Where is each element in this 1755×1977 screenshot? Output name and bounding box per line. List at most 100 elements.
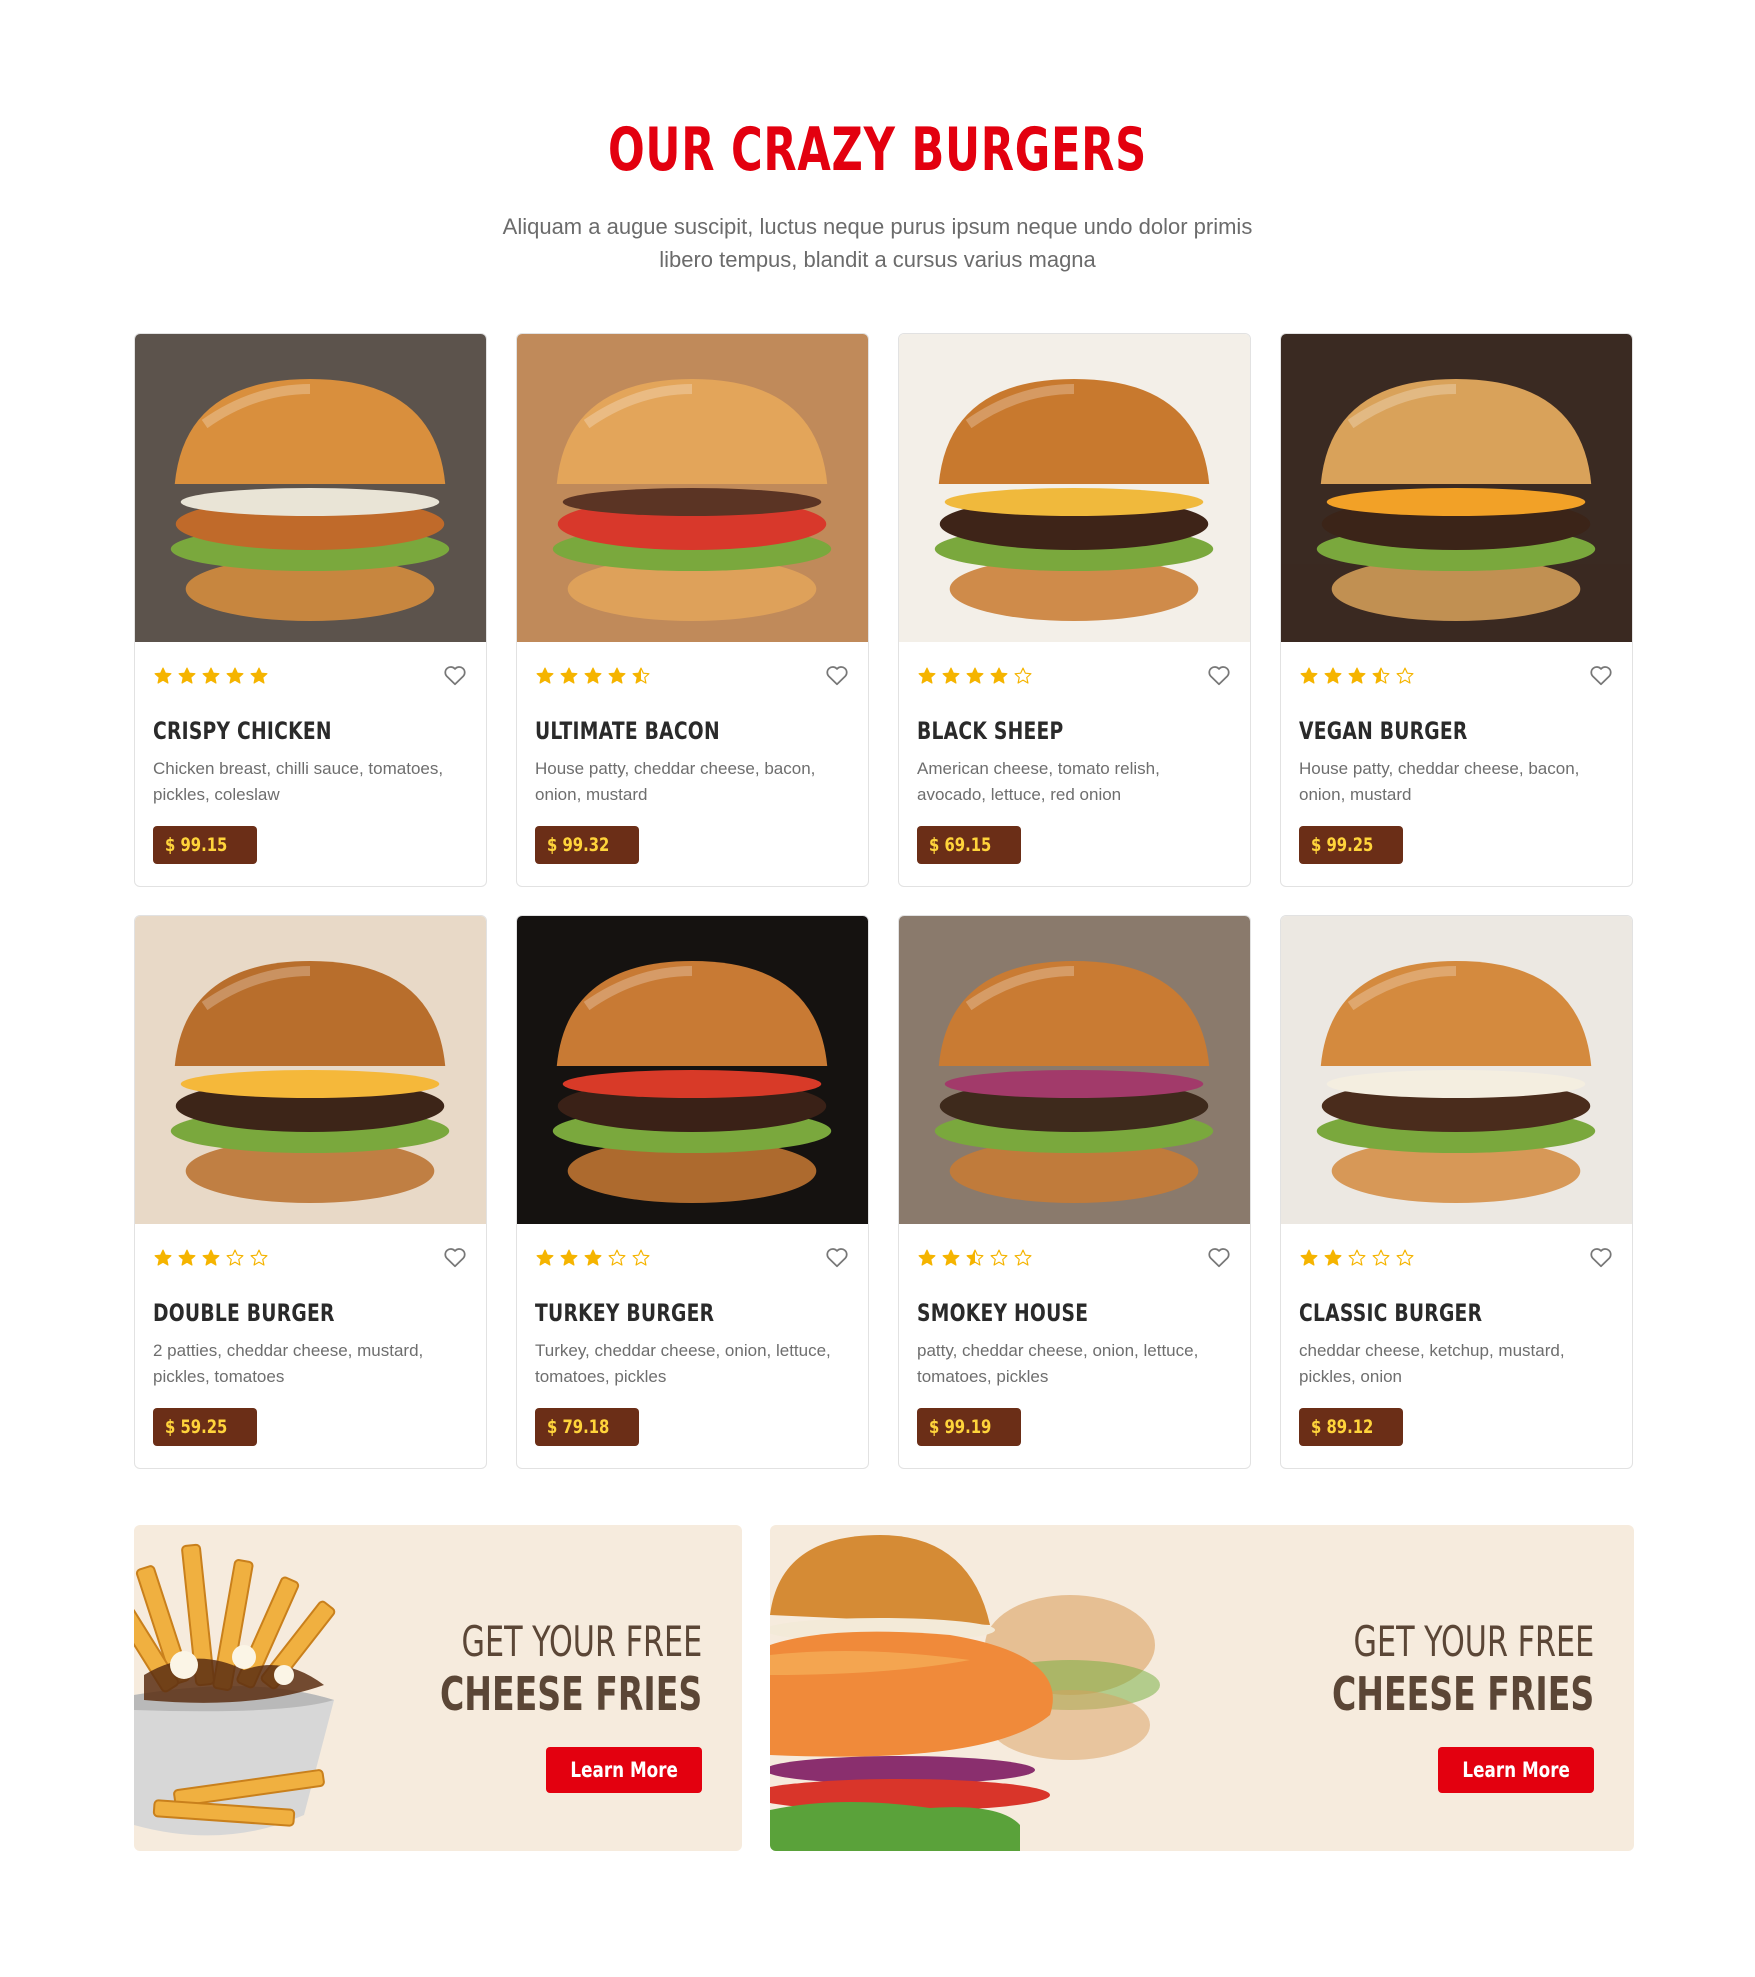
rating-stars bbox=[917, 664, 1232, 688]
star-icon bbox=[536, 667, 554, 684]
rating-stars bbox=[535, 664, 850, 688]
heart-icon[interactable] bbox=[442, 662, 468, 688]
star-icon bbox=[202, 667, 220, 684]
product-card[interactable]: BLACK SHEEP American cheese, tomato reli… bbox=[898, 333, 1251, 887]
price-label: $ 99.25 bbox=[1311, 834, 1374, 856]
price-label: $ 79.18 bbox=[547, 1416, 610, 1438]
price-badge: $ 79.18 bbox=[535, 1408, 639, 1446]
price-label: $ 69.15 bbox=[929, 834, 992, 856]
heart-icon[interactable] bbox=[824, 662, 850, 688]
star-icon bbox=[250, 1249, 268, 1266]
product-description: House patty, cheddar cheese, bacon, onio… bbox=[1299, 759, 1580, 804]
star-icon bbox=[966, 1249, 984, 1266]
heart-icon[interactable] bbox=[1206, 1244, 1232, 1270]
product-name: ULTIMATE BACON bbox=[535, 717, 720, 745]
product-description: Chicken breast, chilli sauce, tomatoes, … bbox=[153, 759, 444, 804]
price-badge: $ 99.19 bbox=[917, 1408, 1021, 1446]
product-description: American cheese, tomato relish, avocado,… bbox=[917, 759, 1160, 804]
heart-icon[interactable] bbox=[824, 1244, 850, 1270]
product-description: cheddar cheese, ketchup, mustard, pickle… bbox=[1299, 1341, 1565, 1386]
star-icon bbox=[918, 1249, 936, 1266]
price-label: $ 89.12 bbox=[1311, 1416, 1374, 1438]
star-icon bbox=[1396, 1249, 1414, 1266]
star-icon bbox=[1014, 667, 1032, 684]
burger-image bbox=[135, 334, 486, 642]
price-label: $ 59.25 bbox=[165, 1416, 228, 1438]
product-name: BLACK SHEEP bbox=[917, 717, 1064, 745]
product-card[interactable]: DOUBLE BURGER 2 patties, cheddar cheese,… bbox=[134, 915, 487, 1469]
star-icon bbox=[1324, 1249, 1342, 1266]
product-card[interactable]: TURKEY BURGER Turkey, cheddar cheese, on… bbox=[516, 915, 869, 1469]
star-icon bbox=[608, 667, 626, 684]
burger-image bbox=[899, 916, 1250, 1224]
card-body: BLACK SHEEP American cheese, tomato reli… bbox=[899, 642, 1250, 864]
star-icon bbox=[1396, 667, 1414, 684]
star-icon bbox=[966, 667, 984, 684]
star-icon bbox=[154, 667, 172, 684]
star-icon bbox=[536, 1249, 554, 1266]
product-description: Turkey, cheddar cheese, onion, lettuce, … bbox=[535, 1341, 831, 1386]
card-body: ULTIMATE BACON House patty, cheddar chee… bbox=[517, 642, 868, 864]
price-badge: $ 69.15 bbox=[917, 826, 1021, 864]
rating-stars bbox=[1299, 1246, 1614, 1270]
promo-text: GET YOUR FREE CHEESE FRIES bbox=[338, 1617, 702, 1721]
product-card[interactable]: CLASSIC BURGER cheddar cheese, ketchup, … bbox=[1280, 915, 1633, 1469]
star-icon bbox=[1014, 1249, 1032, 1266]
chicken-burger-image bbox=[770, 1535, 1160, 1851]
star-icon bbox=[990, 1249, 1008, 1266]
card-body: TURKEY BURGER Turkey, cheddar cheese, on… bbox=[517, 1224, 868, 1446]
star-icon bbox=[942, 1249, 960, 1266]
promo-line-1: GET YOUR FREE bbox=[461, 1617, 702, 1666]
rating-stars bbox=[917, 1246, 1232, 1270]
star-icon bbox=[226, 667, 244, 684]
promo-banner-fries: GET YOUR FREE CHEESE FRIES Learn More bbox=[134, 1525, 742, 1851]
heart-icon[interactable] bbox=[442, 1244, 468, 1270]
star-icon bbox=[942, 667, 960, 684]
product-name: DOUBLE BURGER bbox=[153, 1299, 335, 1327]
star-icon bbox=[1348, 1249, 1366, 1266]
product-name: CLASSIC BURGER bbox=[1299, 1299, 1483, 1327]
rating-stars bbox=[153, 1246, 468, 1270]
learn-more-button[interactable]: Learn More bbox=[546, 1747, 702, 1793]
product-card[interactable]: VEGAN BURGER House patty, cheddar cheese… bbox=[1280, 333, 1633, 887]
star-icon bbox=[154, 1249, 172, 1266]
card-body: DOUBLE BURGER 2 patties, cheddar cheese,… bbox=[135, 1224, 486, 1446]
star-icon bbox=[1372, 667, 1390, 684]
star-icon bbox=[1324, 667, 1342, 684]
star-icon bbox=[560, 667, 578, 684]
card-body: SMOKEY HOUSE patty, cheddar cheese, onio… bbox=[899, 1224, 1250, 1446]
price-badge: $ 89.12 bbox=[1299, 1408, 1403, 1446]
heart-icon[interactable] bbox=[1206, 662, 1232, 688]
section-header: OUR CRAZY BURGERS Aliquam a augue suscip… bbox=[0, 108, 1755, 276]
price-badge: $ 99.32 bbox=[535, 826, 639, 864]
product-card[interactable]: ULTIMATE BACON House patty, cheddar chee… bbox=[516, 333, 869, 887]
heart-icon[interactable] bbox=[1588, 662, 1614, 688]
learn-more-button[interactable]: Learn More bbox=[1438, 1747, 1594, 1793]
product-name: SMOKEY HOUSE bbox=[917, 1299, 1089, 1327]
star-icon bbox=[918, 667, 936, 684]
card-body: CRISPY CHICKEN Chicken breast, chilli sa… bbox=[135, 642, 486, 864]
promo-line-2: CHEESE FRIES bbox=[439, 1667, 702, 1721]
rating-stars bbox=[535, 1246, 850, 1270]
promo-line-2: CHEESE FRIES bbox=[1331, 1667, 1594, 1721]
product-description: House patty, cheddar cheese, bacon, onio… bbox=[535, 759, 816, 804]
card-body: VEGAN BURGER House patty, cheddar cheese… bbox=[1281, 642, 1632, 864]
product-name: TURKEY BURGER bbox=[535, 1299, 715, 1327]
star-icon bbox=[608, 1249, 626, 1266]
price-badge: $ 99.25 bbox=[1299, 826, 1403, 864]
star-icon bbox=[250, 667, 268, 684]
product-card[interactable]: SMOKEY HOUSE patty, cheddar cheese, onio… bbox=[898, 915, 1251, 1469]
burger-image bbox=[1281, 916, 1632, 1224]
learn-more-label: Learn More bbox=[570, 1758, 678, 1782]
burger-image bbox=[517, 916, 868, 1224]
product-description: 2 patties, cheddar cheese, mustard, pick… bbox=[153, 1341, 424, 1386]
star-icon bbox=[178, 1249, 196, 1266]
product-card[interactable]: CRISPY CHICKEN Chicken breast, chilli sa… bbox=[134, 333, 487, 887]
heart-icon[interactable] bbox=[1588, 1244, 1614, 1270]
learn-more-label: Learn More bbox=[1462, 1758, 1570, 1782]
card-body: CLASSIC BURGER cheddar cheese, ketchup, … bbox=[1281, 1224, 1632, 1446]
promo-banner-burger: GET YOUR FREE CHEESE FRIES Learn More bbox=[770, 1525, 1634, 1851]
rating-stars bbox=[153, 664, 468, 688]
promo-text: GET YOUR FREE CHEESE FRIES bbox=[1230, 1617, 1594, 1721]
star-icon bbox=[1300, 1249, 1318, 1266]
